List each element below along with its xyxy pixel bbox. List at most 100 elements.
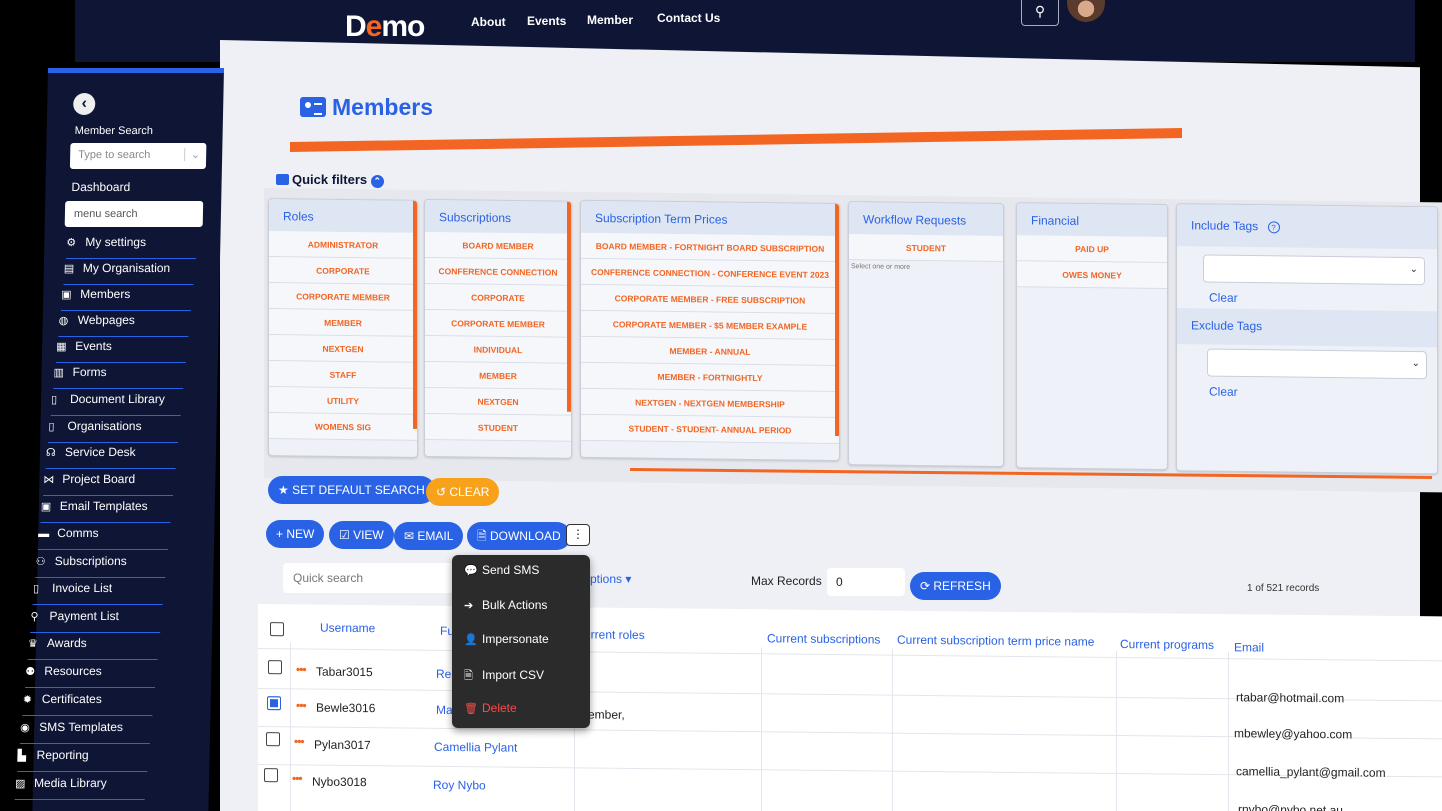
search-icon[interactable]: ⚲ bbox=[1021, 0, 1059, 26]
term-price-option[interactable]: STUDENT - STUDENT- ANNUAL PERIOD bbox=[581, 414, 839, 445]
header-current-roles[interactable]: urrent roles bbox=[584, 627, 645, 642]
avatar[interactable] bbox=[1067, 0, 1105, 22]
header-username[interactable]: Username bbox=[320, 621, 375, 636]
options-dropdown[interactable]: ptions ▾ bbox=[590, 572, 631, 586]
subscriptions-option[interactable]: MEMBER bbox=[425, 361, 571, 390]
sidebar-item-email-templates[interactable]: ▣ Email Templates bbox=[40, 499, 171, 523]
sidebar-item-sms-templates[interactable]: ◉ SMS Templates bbox=[19, 720, 151, 744]
sidebar-item-my-organisation[interactable]: ▤ My Organisation bbox=[63, 261, 194, 285]
term-price-option[interactable]: BOARD MEMBER - FORTNIGHT BOARD SUBSCRIPT… bbox=[581, 232, 839, 263]
menu-search-input[interactable]: menu search bbox=[64, 201, 204, 227]
roles-option[interactable]: UTILITY bbox=[269, 387, 417, 415]
row-checkbox[interactable] bbox=[267, 696, 281, 711]
subscriptions-option[interactable]: INDIVIDUAL bbox=[425, 335, 571, 364]
term-price-option[interactable]: CONFERENCE CONNECTION - CONFERENCE EVENT… bbox=[581, 258, 839, 289]
select-all-checkbox[interactable] bbox=[270, 622, 284, 637]
header-email[interactable]: Email bbox=[1234, 640, 1264, 654]
roles-option[interactable]: WOMENS SIG bbox=[269, 413, 417, 441]
row-actions-icon[interactable]: ••• bbox=[296, 698, 306, 712]
row-checkbox[interactable] bbox=[264, 768, 278, 783]
menu-send-sms[interactable]: 💬 Send SMS bbox=[464, 563, 539, 577]
nav-member[interactable]: Member bbox=[587, 13, 633, 27]
subscriptions-option[interactable]: STUDENT bbox=[425, 413, 571, 442]
menu-bulk-actions[interactable]: ➔ Bulk Actions bbox=[464, 598, 547, 612]
sidebar-item-reporting[interactable]: ▙ Reporting bbox=[17, 748, 148, 772]
sidebar-item-invoice-list[interactable]: ▯ Invoice List bbox=[32, 581, 164, 605]
sidebar-item-events[interactable]: ▦ Events bbox=[55, 339, 187, 363]
help-icon[interactable]: ? bbox=[1267, 221, 1280, 234]
financial-option[interactable]: OWES MONEY bbox=[1017, 261, 1167, 290]
subscriptions-option[interactable]: CORPORATE bbox=[425, 283, 571, 312]
workflow-option[interactable]: STUDENT bbox=[849, 234, 1003, 263]
include-tags-select[interactable]: ⌄ bbox=[1203, 254, 1425, 286]
nav-about[interactable]: About bbox=[471, 15, 506, 29]
sidebar-item-resources[interactable]: ⚉ Resources bbox=[25, 664, 156, 688]
roles-option[interactable]: NEXTGEN bbox=[269, 335, 417, 363]
row-actions-icon[interactable]: ••• bbox=[294, 734, 304, 748]
member-search-input[interactable]: Type to search ⌄ bbox=[69, 143, 207, 169]
refresh-button[interactable]: ⟳ REFRESH bbox=[910, 572, 1001, 600]
roles-option[interactable]: CORPORATE MEMBER bbox=[269, 283, 417, 311]
menu-import-csv[interactable]: 🗎 Import CSV bbox=[464, 667, 544, 686]
header-term-price-name[interactable]: Current subscription term price name bbox=[897, 633, 1094, 649]
clear-button[interactable]: ↺ CLEAR bbox=[426, 478, 500, 506]
email-button[interactable]: ✉ EMAIL bbox=[394, 522, 464, 550]
sidebar-item-media-library[interactable]: ▨ Media Library bbox=[14, 776, 146, 800]
menu-delete[interactable]: 🗑 Delete bbox=[464, 701, 517, 715]
quick-search-input[interactable]: Quick search bbox=[283, 563, 453, 593]
exclude-tags-clear[interactable]: Clear bbox=[1209, 385, 1238, 399]
quick-filters-toggle[interactable]: Quick filters ⌃ bbox=[276, 172, 384, 188]
sidebar-item-awards[interactable]: ♛ Awards bbox=[27, 636, 159, 660]
roles-scrollbar[interactable] bbox=[413, 200, 417, 429]
sidebar-item-my-settings[interactable]: ⚙ My settings bbox=[65, 235, 197, 259]
sidebar-item-certificates[interactable]: ✹ Certificates bbox=[22, 692, 153, 716]
term-price-option[interactable]: CORPORATE MEMBER - $5 MEMBER EXAMPLE bbox=[581, 310, 839, 341]
row-checkbox[interactable] bbox=[266, 732, 280, 747]
subscriptions-option[interactable]: NEXTGEN bbox=[425, 387, 571, 416]
sidebar-item-project-board[interactable]: ⋈ Project Board bbox=[43, 472, 174, 496]
include-tags-clear[interactable]: Clear bbox=[1209, 291, 1238, 305]
sidebar-item-forms[interactable]: ▥ Forms bbox=[53, 365, 184, 389]
cell-full-name[interactable]: Re bbox=[436, 667, 451, 681]
sidebar-item-members[interactable]: ▣ Members bbox=[60, 287, 192, 311]
financial-option[interactable]: PAID UP bbox=[1017, 235, 1167, 264]
subscriptions-option[interactable]: CONFERENCE CONNECTION bbox=[425, 257, 571, 286]
sidebar-item-subscriptions[interactable]: ⚇ Subscriptions bbox=[35, 554, 166, 578]
new-button[interactable]: + NEW bbox=[266, 520, 325, 548]
term-price-option[interactable]: NEXTGEN - NEXTGEN MEMBERSHIP bbox=[581, 388, 839, 419]
cell-full-name[interactable]: Ma bbox=[436, 703, 453, 717]
row-actions-icon[interactable]: ••• bbox=[296, 662, 306, 676]
set-default-search-button[interactable]: ★ SET DEFAULT SEARCH bbox=[268, 476, 435, 504]
sidebar-item-comms[interactable]: ▬ Comms bbox=[37, 526, 169, 550]
cell-full-name[interactable]: Camellia Pylant bbox=[434, 740, 517, 755]
sidebar-item-dashboard[interactable]: Dashboard bbox=[71, 180, 130, 194]
chevron-left-icon[interactable]: ‹ bbox=[73, 93, 96, 115]
subscriptions-scrollbar[interactable] bbox=[567, 201, 571, 412]
subscriptions-option[interactable]: CORPORATE MEMBER bbox=[425, 309, 571, 338]
cell-full-name[interactable]: Roy Nybo bbox=[433, 778, 486, 793]
max-records-input[interactable]: 0 bbox=[827, 568, 905, 596]
nav-events[interactable]: Events bbox=[527, 14, 566, 28]
roles-option[interactable]: ADMINISTRATOR bbox=[269, 231, 417, 259]
term-prices-scrollbar[interactable] bbox=[835, 203, 839, 437]
term-price-option[interactable]: MEMBER - ANNUAL bbox=[581, 336, 839, 367]
download-button[interactable]: 🗎 DOWNLOAD bbox=[467, 522, 571, 550]
menu-impersonate[interactable]: 👤 Impersonate bbox=[464, 632, 549, 646]
subscriptions-option[interactable]: BOARD MEMBER bbox=[425, 231, 571, 260]
roles-option[interactable]: CORPORATE bbox=[269, 257, 417, 285]
view-button[interactable]: ☑ VIEW bbox=[329, 521, 394, 549]
more-actions-button[interactable]: ⋮ bbox=[566, 524, 590, 546]
sidebar-item-organisations[interactable]: ▯ Organisations bbox=[48, 419, 179, 443]
header-current-programs[interactable]: Current programs bbox=[1120, 637, 1214, 652]
sidebar-item-service-desk[interactable]: ☊ Service Desk bbox=[45, 445, 177, 469]
roles-option[interactable]: STAFF bbox=[269, 361, 417, 389]
sidebar-item-document-library[interactable]: ▯ Document Library bbox=[50, 392, 182, 416]
roles-option[interactable]: MEMBER bbox=[269, 309, 417, 337]
nav-contact-us[interactable]: Contact Us bbox=[657, 11, 720, 25]
exclude-tags-select[interactable]: ⌄ bbox=[1207, 348, 1427, 380]
sidebar-item-payment-list[interactable]: ⚲ Payment List bbox=[30, 609, 161, 633]
row-checkbox[interactable] bbox=[268, 660, 282, 675]
header-current-subscriptions[interactable]: Current subscriptions bbox=[767, 631, 880, 646]
row-actions-icon[interactable]: ••• bbox=[292, 771, 302, 785]
term-price-option[interactable]: CORPORATE MEMBER - FREE SUBSCRIPTION bbox=[581, 284, 839, 315]
